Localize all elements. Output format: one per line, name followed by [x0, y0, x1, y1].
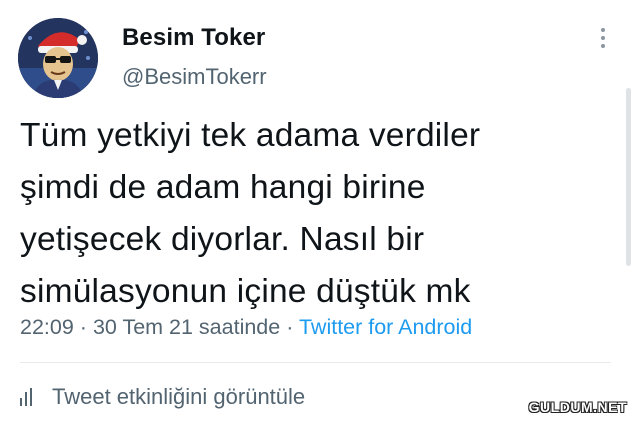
avatar[interactable]	[18, 18, 98, 98]
display-name[interactable]: Besim Toker	[122, 24, 265, 52]
user-handle[interactable]: @BesimTokerr	[122, 64, 267, 90]
tweet-source-link[interactable]: Twitter for Android	[299, 315, 472, 339]
scrollbar[interactable]	[626, 88, 631, 266]
tweet-text: Tüm yetkiyi tek adama verdiler şimdi de …	[20, 117, 481, 310]
meta-separator: ·	[79, 315, 87, 339]
tweet-card: Besim Toker @BesimTokerr Tüm yetkiyi tek…	[0, 0, 631, 421]
tweet-date[interactable]: 30 Tem 21 saatinde	[93, 315, 280, 339]
avatar-image	[18, 18, 98, 98]
more-options-icon[interactable]	[599, 28, 607, 54]
tweet-metadata: 22:09 · 30 Tem 21 saatinde · Twitter for…	[20, 315, 472, 340]
analytics-label: Tweet etkinliğini görüntüle	[52, 384, 306, 409]
view-analytics-button[interactable]: Tweet etkinliğini görüntüle	[20, 384, 305, 410]
bar-chart-icon	[20, 388, 38, 406]
divider	[20, 362, 611, 363]
meta-separator: ·	[286, 315, 294, 339]
watermark-logo: GULDUM.NET	[528, 399, 627, 415]
tweet-time[interactable]: 22:09	[20, 315, 74, 339]
